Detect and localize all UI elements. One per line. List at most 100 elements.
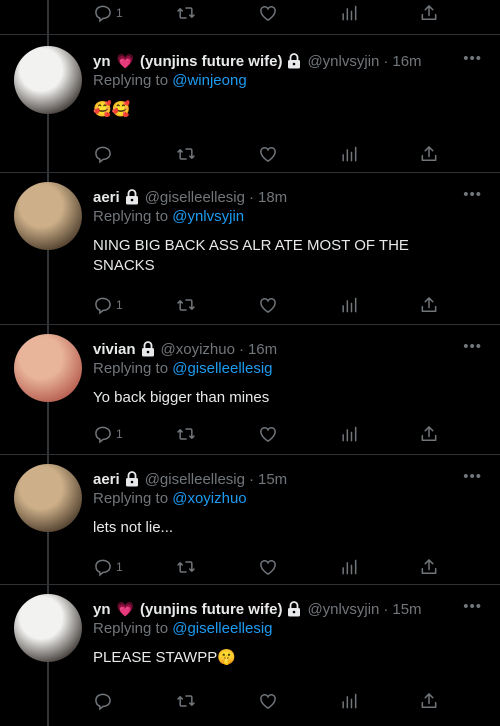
tweet[interactable]: vivian @xoyizhuo · 16m ••• Replying to @…: [0, 334, 500, 468]
share-button[interactable]: [419, 690, 439, 712]
divider: [0, 454, 500, 455]
more-icon[interactable]: •••: [463, 186, 482, 203]
tweet[interactable]: aeri @giselleellesig · 18m ••• Replying …: [0, 182, 500, 316]
mention-link[interactable]: @ynlvsyjin: [172, 208, 244, 225]
tweet[interactable]: aeri @giselleellesig · 15m ••• Replying …: [0, 464, 500, 598]
views-button[interactable]: [339, 294, 359, 316]
like-button[interactable]: [257, 2, 279, 24]
avatar[interactable]: [14, 46, 82, 114]
more-icon[interactable]: •••: [463, 468, 482, 485]
display-name[interactable]: aeri: [93, 471, 120, 488]
reply-count: 1: [116, 298, 123, 312]
replying-label: Replying to: [93, 360, 169, 377]
reply-button[interactable]: 1: [93, 556, 123, 578]
avatar[interactable]: [14, 182, 82, 250]
retweet-button[interactable]: [175, 690, 197, 712]
timestamp[interactable]: 15m: [258, 471, 287, 488]
views-button[interactable]: [339, 690, 359, 712]
timestamp[interactable]: 16m: [392, 53, 421, 70]
views-button[interactable]: [339, 556, 359, 578]
retweet-icon: [177, 148, 195, 160]
share-button[interactable]: [419, 143, 439, 165]
retweet-icon: [177, 428, 195, 440]
timestamp[interactable]: 15m: [392, 601, 421, 618]
retweet-button[interactable]: [175, 2, 197, 24]
reply-button[interactable]: 1: [93, 2, 123, 24]
divider: [0, 172, 500, 173]
like-button[interactable]: [257, 690, 279, 712]
display-name[interactable]: yn: [93, 601, 111, 618]
handle[interactable]: @ynlvsyjin: [307, 53, 379, 70]
replying-to: Replying to @winjeong: [93, 72, 247, 89]
views-button[interactable]: [339, 143, 359, 165]
retweet-button[interactable]: [175, 294, 197, 316]
timestamp[interactable]: 16m: [248, 341, 277, 358]
reply-icon: [95, 693, 111, 711]
timestamp[interactable]: 18m: [258, 189, 287, 206]
retweet-button[interactable]: [175, 143, 197, 165]
retweet-icon: [177, 561, 195, 573]
mention-link[interactable]: @xoyizhuo: [172, 490, 246, 507]
mention-link[interactable]: @giselleellesig: [172, 360, 272, 377]
views-icon: [342, 426, 357, 442]
more-icon[interactable]: •••: [463, 338, 482, 355]
replying-label: Replying to: [93, 490, 169, 507]
like-icon: [260, 694, 276, 709]
retweet-button[interactable]: [175, 556, 197, 578]
avatar[interactable]: [14, 464, 82, 532]
avatar-image: [14, 464, 82, 532]
reply-button[interactable]: [93, 690, 116, 712]
reply-icon: [95, 5, 111, 23]
reply-count: 1: [116, 427, 123, 441]
retweet-icon: [177, 7, 195, 19]
lock-icon: [125, 189, 138, 205]
retweet-button[interactable]: [175, 423, 197, 445]
tweet-header: yn 💗 (yunjins future wife) @ynlvsyjin · 1…: [93, 598, 490, 620]
replying-label: Replying to: [93, 208, 169, 225]
tweet-text: PLEASE STAWPP🤫: [93, 649, 236, 666]
share-button[interactable]: [419, 2, 439, 24]
display-name[interactable]: vivian: [93, 341, 136, 358]
replying-to: Replying to @xoyizhuo: [93, 490, 247, 507]
like-icon: [260, 560, 276, 575]
views-button[interactable]: [339, 2, 359, 24]
share-button[interactable]: [419, 294, 439, 316]
tweet-header: aeri @giselleellesig · 18m: [93, 186, 490, 208]
tweet-header: aeri @giselleellesig · 15m: [93, 468, 490, 490]
handle[interactable]: @ynlvsyjin: [307, 601, 379, 618]
avatar[interactable]: [14, 594, 82, 662]
more-icon[interactable]: •••: [463, 598, 482, 615]
share-button[interactable]: [419, 556, 439, 578]
divider: [0, 584, 500, 585]
views-button[interactable]: [339, 423, 359, 445]
views-icon: [342, 559, 357, 575]
avatar[interactable]: [14, 334, 82, 402]
lock-icon: [141, 341, 154, 357]
more-icon[interactable]: •••: [463, 50, 482, 67]
like-button[interactable]: [257, 294, 279, 316]
replying-to: Replying to @ynlvsyjin: [93, 208, 244, 225]
share-button[interactable]: [419, 423, 439, 445]
handle[interactable]: @giselleellesig: [145, 471, 245, 488]
reply-icon: [95, 426, 111, 444]
handle[interactable]: @giselleellesig: [145, 189, 245, 206]
reply-count: 1: [116, 560, 123, 574]
display-name[interactable]: yn: [93, 53, 111, 70]
display-name[interactable]: aeri: [93, 189, 120, 206]
like-button[interactable]: [257, 143, 279, 165]
reply-button[interactable]: 1: [93, 423, 123, 445]
tweet[interactable]: yn 💗 (yunjins future wife) @ynlvsyjin · 1…: [0, 594, 500, 726]
handle[interactable]: @xoyizhuo: [161, 341, 235, 358]
separator-dot: ·: [248, 188, 254, 206]
like-button[interactable]: [257, 423, 279, 445]
mention-link[interactable]: @winjeong: [172, 72, 246, 89]
views-icon: [342, 297, 357, 313]
mention-link[interactable]: @giselleellesig: [172, 620, 272, 637]
reply-button[interactable]: [93, 143, 116, 165]
reply-button[interactable]: 1: [93, 294, 123, 316]
like-icon: [260, 427, 276, 442]
like-button[interactable]: [257, 556, 279, 578]
heart-emoji: 💗: [116, 52, 134, 69]
tweet-text: NING BIG BACK ASS ALR ATE MOST OF THE SN…: [93, 237, 409, 274]
tweet[interactable]: yn 💗 (yunjins future wife) @ynlvsyjin · 1…: [0, 46, 500, 180]
